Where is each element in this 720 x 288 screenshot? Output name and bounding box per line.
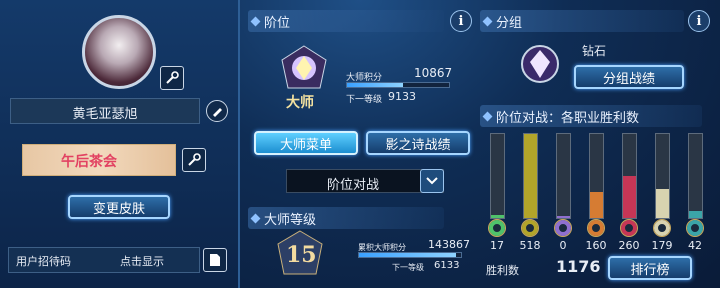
master-level-progress-bar [358,252,462,258]
invite-action[interactable]: 点击显示 [120,253,164,269]
edit-avatar-button[interactable] [160,66,184,90]
rank-name: 大师 [286,95,314,111]
master-level-progress-fill [359,253,456,257]
app-root: 黄毛亚瑟旭 午后茶会 变更皮肤 用户招待码 点击显示 阶位 i 大师 大师积分 … [0,0,720,288]
diamond-bullet-icon [482,111,493,122]
player-name: 黄毛亚瑟旭 [72,107,138,122]
edit-name-button[interactable] [206,100,228,122]
master-menu-button[interactable]: 大师菜单 [254,131,358,155]
sleeve-banner[interactable]: 午后茶会 [22,144,176,176]
class-win-count: 160 [585,239,607,252]
profile-panel: 黄毛亚瑟旭 午后茶会 变更皮肤 用户招待码 点击显示 [0,0,240,288]
class-win-bar [523,133,538,219]
avatar[interactable] [82,15,156,89]
wrench-icon [188,153,201,166]
portal-icon [686,219,704,237]
change-skin-button[interactable]: 变更皮肤 [68,195,170,219]
diamond-bullet-icon [250,213,261,224]
master-level-next-label: 下一等级 [392,263,424,272]
dropdown-toggle[interactable] [420,169,444,193]
sword-icon [521,219,539,237]
wrench-icon [166,71,179,84]
total-wins-label: 胜利数 [486,264,519,277]
rank-next-value: 9133 [388,90,416,103]
blood-icon [620,219,638,237]
banner-text: 午后茶会 [61,154,117,170]
rune-icon [554,219,572,237]
rank-points-value: 10867 [414,66,453,80]
edit-sleeve-button[interactable] [182,148,206,172]
class-win-count: 518 [519,239,541,252]
class-win-count: 42 [688,239,702,252]
class-win-bar-fill [590,191,603,218]
forest-icon [488,219,506,237]
class-win-bar [490,133,505,219]
chevron-down-icon [426,177,438,185]
master-level-title: 大师等级 [264,212,317,228]
ranking-button[interactable]: 排行榜 [608,256,692,280]
class-win-bar [655,133,670,219]
class-win-bar-fill [656,188,669,218]
haven-icon [653,219,671,237]
rank-progress-bar [346,82,450,88]
rank-header: 阶位 [248,10,444,32]
class-win-bar [622,133,637,219]
class-wins-header: 阶位对战：各职业胜利数 [480,105,702,127]
class-win-bar-fill [557,216,570,218]
master-level-number: 15 [286,242,317,268]
group-header: 分组 [480,10,684,32]
master-level-header: 大师等级 [248,207,444,229]
rank-next-label: 下一等级 [346,95,383,105]
mode-dropdown-value: 阶位对战 [326,178,379,193]
rank-panel: 阶位 i 大师 大师积分 10867 下一等级 9133 大师菜单 影之诗战绩 … [242,0,478,288]
class-win-bar [589,133,604,219]
diamond-bullet-icon [482,16,493,27]
master-rank-emblem-icon [281,45,327,89]
total-wins-value: 1176 [556,257,601,276]
master-level-points-value: 143867 [428,238,470,251]
rank-title: 阶位 [264,15,291,31]
diamond-bullet-icon [250,16,261,27]
group-name: 钻石 [582,44,607,58]
class-win-count: 17 [490,239,504,252]
document-icon [210,254,220,266]
class-win-bar-fill [623,176,636,218]
copy-code-button[interactable] [203,248,227,272]
group-title: 分组 [496,15,523,31]
group-info-button[interactable]: i [688,10,710,32]
class-win-count: 179 [651,239,673,252]
class-wins-title: 阶位对战：各职业胜利数 [496,110,640,126]
class-win-bar-fill [689,211,702,218]
group-panel: 分组 i 钻石 分组战绩 阶位对战：各职业胜利数 17 518 0 160 260 179… [480,0,720,288]
rank-progress-fill [347,83,404,87]
class-win-count: 260 [618,239,640,252]
class-win-bar [556,133,571,219]
shadowverse-record-button[interactable]: 影之诗战绩 [366,131,470,155]
master-level-next-value: 6133 [434,260,460,271]
pencil-icon [213,108,222,117]
diamond-group-emblem-icon [521,45,559,83]
invite-label: 用户招待码 [16,255,71,268]
rank-info-button[interactable]: i [450,10,472,32]
dragon-icon [587,219,605,237]
class-win-bar-fill [491,215,504,218]
class-win-bar-fill [524,134,537,218]
class-win-bar [688,133,703,219]
group-record-button[interactable]: 分组战绩 [574,65,684,89]
class-win-count: 0 [559,239,567,252]
